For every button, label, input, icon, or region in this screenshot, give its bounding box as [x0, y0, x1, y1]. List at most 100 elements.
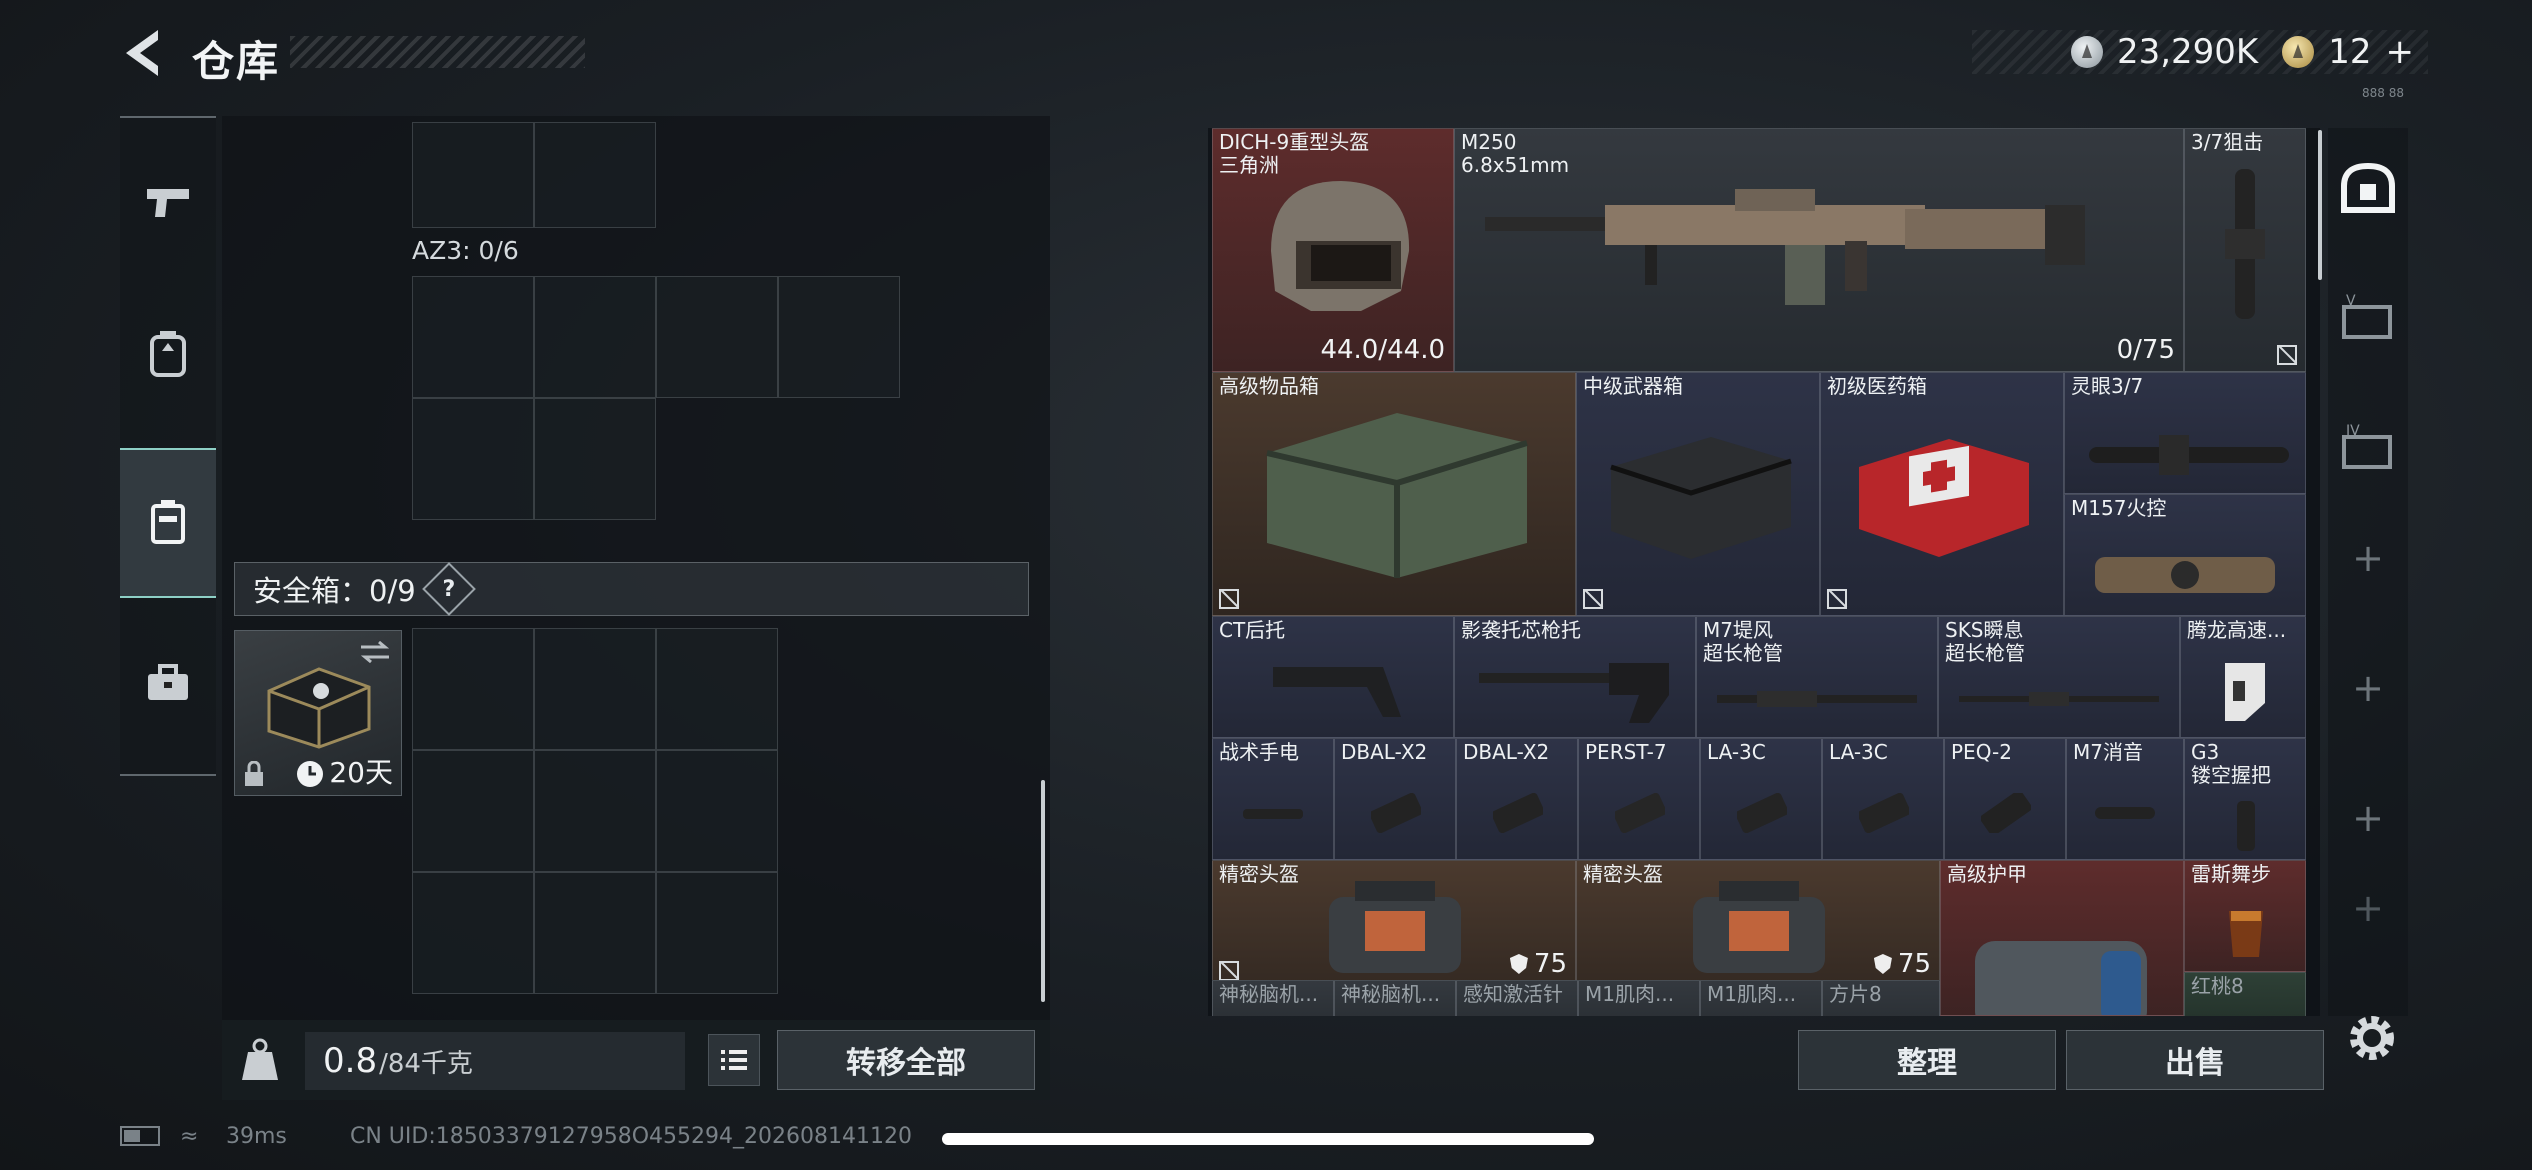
safebox-icon	[2341, 162, 2395, 213]
item-name: 战术手电	[1219, 740, 1299, 764]
item-reese-dance[interactable]: 雷斯舞步	[2184, 860, 2306, 972]
nav-weapons[interactable]	[120, 128, 216, 278]
item-heart-8[interactable]: 红桃8	[2184, 972, 2306, 1016]
swap-icon	[360, 641, 390, 663]
sell-button[interactable]: 出售	[2066, 1030, 2324, 1090]
item-medkit[interactable]: 初级医药箱	[1820, 372, 2064, 616]
grid-slot[interactable]	[412, 628, 534, 750]
item-m1-muscle-a[interactable]: M1肌肉...	[1578, 980, 1700, 1016]
item-advanced-crate[interactable]: 高级物品箱	[1212, 372, 1576, 616]
item-dbal-x2-a[interactable]: DBAL-X2	[1334, 738, 1456, 860]
rail-add-slot-3[interactable]: +	[2328, 758, 2408, 878]
toolbox-icon	[148, 664, 188, 700]
top-slot-grid	[412, 122, 656, 228]
item-tenglong[interactable]: 腾龙高速...	[2180, 616, 2306, 738]
item-name: 神秘脑机...	[1219, 982, 1319, 1006]
item-la-3c-a[interactable]: LA-3C	[1700, 738, 1822, 860]
item-dbal-x2-b[interactable]: DBAL-X2	[1456, 738, 1578, 860]
item-sks-barrel[interactable]: SKS瞬息 超长枪管	[1938, 616, 2180, 738]
grid-slot[interactable]	[656, 872, 778, 994]
item-peq-2[interactable]: PEQ-2	[1944, 738, 2066, 860]
rail-safebox[interactable]	[2328, 128, 2408, 248]
item-name: M250 6.8x51mm	[1461, 130, 1570, 177]
gold-add-button[interactable]: +	[2386, 32, 2415, 72]
shield-icon	[1873, 954, 1892, 974]
nav-toolbox[interactable]	[120, 608, 216, 758]
item-sense-needle[interactable]: 感知激活针	[1456, 980, 1578, 1016]
grid-slot[interactable]	[534, 872, 656, 994]
grid-slot[interactable]	[534, 122, 656, 228]
back-arrow-icon[interactable]	[118, 26, 168, 80]
item-stock-core[interactable]: 影袭托芯枪托	[1454, 616, 1696, 738]
rail-v-case[interactable]: V	[2328, 258, 2408, 378]
item-3-7-scope[interactable]: 3/7狙击	[2184, 128, 2306, 372]
grid-slot[interactable]	[534, 750, 656, 872]
item-la-3c-b[interactable]: LA-3C	[1822, 738, 1944, 860]
page-title: 仓库	[192, 37, 281, 86]
grid-slot[interactable]	[412, 750, 534, 872]
item-m1-muscle-b[interactable]: M1肌肉...	[1700, 980, 1822, 1016]
item-brain-chip-a[interactable]: 神秘脑机...	[1212, 980, 1334, 1016]
not-insured-icon	[1583, 589, 1603, 609]
item-g3-grip[interactable]: G3 镂空握把	[2184, 738, 2306, 860]
item-heavy-helmet[interactable]: DICH-9重型头盔 三角洲 44.0/44.0	[1212, 128, 1454, 372]
currency-bar: 23,290K 12 +	[1972, 30, 2428, 74]
item-weapon-crate[interactable]: 中级武器箱	[1576, 372, 1820, 616]
vest-icon	[151, 500, 185, 544]
item-ct-stock[interactable]: CT后托	[1212, 616, 1454, 738]
item-m7-suppressor[interactable]: M7消音	[2066, 738, 2184, 860]
safe-case-icon	[267, 667, 371, 749]
nav-storage[interactable]	[120, 448, 216, 598]
rail-add-slot-1[interactable]: +	[2328, 498, 2408, 618]
item-m7-barrel[interactable]: M7堤风 超长枪管	[1696, 616, 1938, 738]
grid-slot[interactable]	[412, 276, 534, 398]
rail-iv-case[interactable]: IV	[2328, 388, 2408, 508]
az3-slot-grid-lower	[412, 398, 656, 520]
item-lingyan-scope[interactable]: 灵眼3/7	[2064, 372, 2306, 494]
help-icon[interactable]: ?	[421, 562, 476, 616]
az3-slot-grid	[412, 276, 900, 398]
grid-slot[interactable]	[412, 872, 534, 994]
item-name: 感知激活针	[1463, 982, 1563, 1006]
flashlight-icon	[1243, 809, 1303, 819]
grid-slot[interactable]	[412, 122, 534, 228]
item-name: PEQ-2	[1951, 740, 2012, 764]
nav-armor[interactable]	[120, 278, 216, 428]
item-m250[interactable]: M250 6.8x51mm 0/75	[1454, 128, 2184, 372]
item-m157-fire-control[interactable]: M157火控	[2064, 494, 2306, 616]
grid-slot[interactable]	[534, 276, 656, 398]
plus-icon: +	[2352, 536, 2384, 580]
grid-slot[interactable]	[656, 750, 778, 872]
barrel-icon	[1717, 691, 1917, 707]
panel-scrollbar[interactable]	[1041, 780, 1045, 1002]
laser-module-icon	[1859, 793, 1909, 833]
grid-slot[interactable]	[656, 628, 778, 750]
item-advanced-armor[interactable]: 高级护甲	[1940, 860, 2184, 1016]
item-brain-chip-b[interactable]: 神秘脑机...	[1334, 980, 1456, 1016]
gold-amount: 12	[2328, 32, 2372, 72]
rail-add-slot-4[interactable]: +	[2328, 868, 2408, 948]
weight-capacity: /84千克	[379, 1048, 473, 1079]
ping-value: 39ms	[226, 1124, 287, 1149]
list-view-button[interactable]	[708, 1034, 760, 1086]
stash-scrollbar[interactable]	[2318, 130, 2322, 280]
home-indicator[interactable]	[942, 1133, 1594, 1145]
sort-button[interactable]: 整理	[1798, 1030, 2056, 1090]
gear-icon[interactable]	[2344, 1010, 2400, 1066]
laser-module-icon	[1981, 793, 2031, 833]
grid-slot[interactable]	[534, 628, 656, 750]
stock-icon	[1273, 667, 1401, 717]
item-flashlight[interactable]: 战术手电	[1212, 738, 1334, 860]
iv-case-icon: IV	[2342, 423, 2392, 469]
item-diamond-8[interactable]: 方片8	[1822, 980, 1940, 1016]
pistol-icon	[147, 189, 189, 217]
shield-icon	[1509, 954, 1528, 974]
safe-case-item[interactable]: 20天	[234, 630, 402, 796]
grid-slot[interactable]	[778, 276, 900, 398]
rail-add-slot-2[interactable]: +	[2328, 628, 2408, 748]
grid-slot[interactable]	[534, 398, 656, 520]
transfer-all-button[interactable]: 转移全部	[777, 1030, 1035, 1090]
grid-slot[interactable]	[656, 276, 778, 398]
item-perst-7[interactable]: PERST-7	[1578, 738, 1700, 860]
grid-slot[interactable]	[412, 398, 534, 520]
